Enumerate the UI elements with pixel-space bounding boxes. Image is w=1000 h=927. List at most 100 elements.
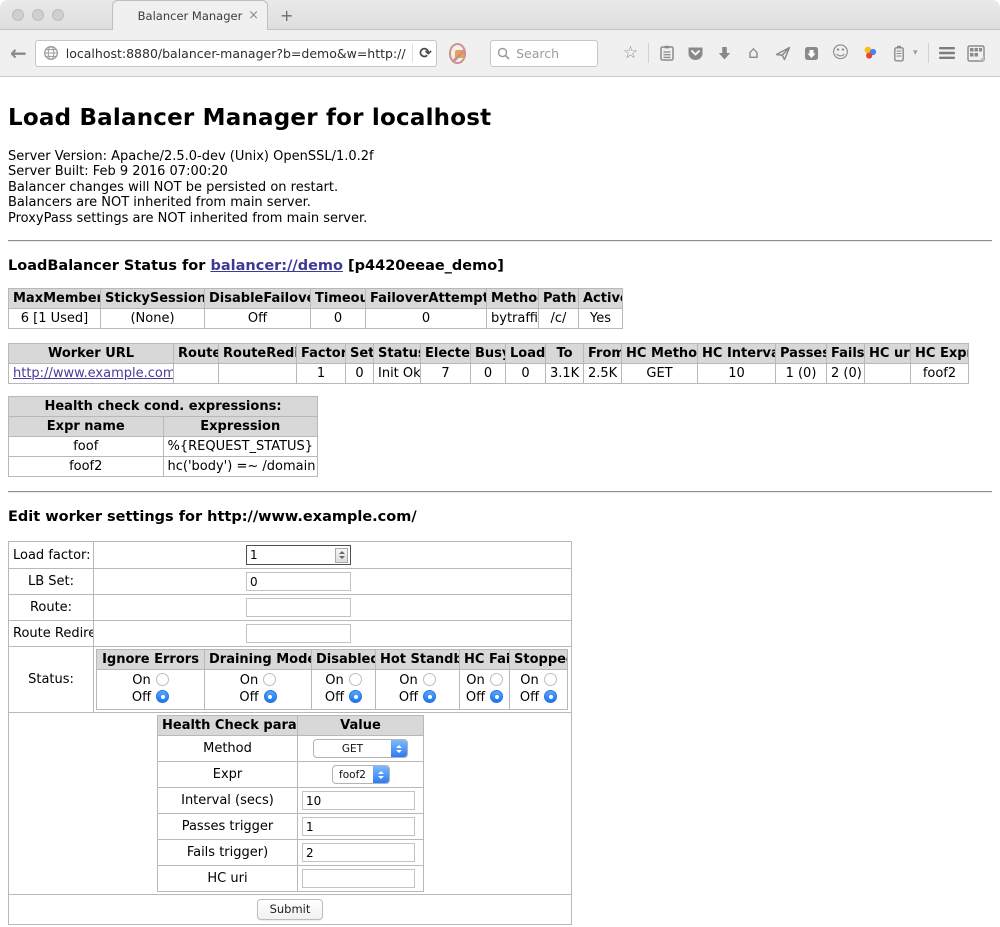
tab-close-icon[interactable]: × bbox=[248, 8, 259, 23]
url-text[interactable]: localhost:8880/balancer-manager?b=demo&w… bbox=[66, 46, 406, 61]
tab-title: Balancer Manager bbox=[138, 9, 243, 23]
lb-set-label: LB Set: bbox=[9, 569, 94, 595]
loadbalancer-status-heading: LoadBalancer Status for balancer://demo … bbox=[8, 258, 992, 274]
route-redirect-row: Route Redirect: bbox=[9, 621, 572, 647]
radio-hc-fail-off[interactable] bbox=[490, 690, 503, 703]
pocket-icon[interactable] bbox=[681, 46, 710, 61]
balancer-demo-link[interactable]: balancer://demo bbox=[210, 258, 343, 274]
radio-hot-standby-off[interactable] bbox=[423, 690, 436, 703]
hc-method-row: Method GET bbox=[158, 736, 424, 762]
hc-fails-input[interactable] bbox=[302, 843, 415, 862]
edit-worker-form: Load factor: LB Set: Route: Route Redire… bbox=[8, 541, 572, 925]
zoom-window-button[interactable] bbox=[52, 9, 64, 21]
hc-method-select[interactable]: GET bbox=[313, 739, 408, 758]
worker-status-table: Worker URL Route RouteRedir Factor Set S… bbox=[8, 343, 969, 384]
status-hc-fail-cell: On Off bbox=[460, 670, 510, 710]
tab-bar: Balancer Manager × + bbox=[0, 0, 1000, 30]
tab-balancer-manager[interactable]: Balancer Manager × bbox=[112, 0, 268, 30]
hc-passes-input[interactable] bbox=[302, 817, 415, 836]
status-stopped-cell: On Off bbox=[510, 670, 568, 710]
hc-interval-label: Interval (secs) bbox=[158, 788, 298, 814]
hc-passes-row: Passes trigger bbox=[158, 814, 424, 840]
radio-ignore-errors-off[interactable] bbox=[156, 690, 169, 703]
radio-ignore-errors-on[interactable] bbox=[156, 673, 169, 686]
hc-uri-label: HC uri bbox=[158, 866, 298, 892]
content-blocked-icon[interactable] bbox=[449, 43, 466, 64]
number-spinner-icon[interactable] bbox=[335, 548, 348, 563]
radio-disabled-on[interactable] bbox=[349, 673, 362, 686]
worker-url-link[interactable]: http://www.example.com/ bbox=[13, 366, 174, 381]
save-to-device-icon[interactable] bbox=[797, 46, 826, 61]
address-bar[interactable]: localhost:8880/balancer-manager?b=demo&w… bbox=[35, 40, 437, 67]
status-row: Status: Ignore Errors Draining Mode Disa… bbox=[9, 647, 572, 713]
route-input[interactable] bbox=[246, 598, 351, 617]
minimize-window-button[interactable] bbox=[32, 9, 44, 21]
lb-set-row: LB Set: bbox=[9, 569, 572, 595]
radio-draining-on[interactable] bbox=[263, 673, 276, 686]
route-label: Route: bbox=[9, 595, 94, 621]
submit-button[interactable]: Submit bbox=[257, 899, 324, 920]
close-window-button[interactable] bbox=[12, 9, 24, 21]
hc-expressions-table: Health check cond. expressions: Expr nam… bbox=[8, 396, 318, 477]
radio-draining-off[interactable] bbox=[264, 690, 277, 703]
persist-notice-line: Balancer changes will NOT be persisted o… bbox=[8, 180, 992, 195]
reload-icon[interactable]: ⟳ bbox=[419, 44, 432, 62]
hc-interval-input[interactable] bbox=[302, 791, 415, 810]
load-factor-label: Load factor: bbox=[9, 542, 94, 569]
route-row: Route: bbox=[9, 595, 572, 621]
navigation-toolbar: ← localhost:8880/balancer-manager?b=demo… bbox=[0, 30, 1000, 77]
radio-hot-standby-on[interactable] bbox=[423, 673, 436, 686]
home-icon[interactable]: ⌂ bbox=[739, 43, 768, 63]
chevron-down-icon[interactable]: ▾ bbox=[913, 48, 925, 58]
submit-row: Submit bbox=[9, 895, 572, 925]
bookmark-star-icon[interactable]: ☆ bbox=[616, 43, 645, 63]
server-built-line: Server Built: Feb 9 2016 07:00:20 bbox=[8, 164, 992, 179]
hc-uri-row: HC uri bbox=[158, 866, 424, 892]
hc-fails-label: Fails trigger) bbox=[158, 840, 298, 866]
route-redirect-input[interactable] bbox=[246, 624, 351, 643]
table-header-row: MaxMembers StickySession DisableFailover… bbox=[9, 289, 623, 309]
expr-row-foof2: foof2 hc('body') =~ /domain is establish… bbox=[9, 457, 318, 477]
page-content: Load Balancer Manager for localhost Serv… bbox=[0, 77, 1000, 927]
status-ignore-errors-cell: On Off bbox=[97, 670, 205, 710]
radio-stopped-on[interactable] bbox=[544, 673, 557, 686]
status-hot-standby-cell: On Off bbox=[376, 670, 460, 710]
hc-expressions-title: Health check cond. expressions: bbox=[9, 397, 318, 417]
radio-disabled-off[interactable] bbox=[349, 690, 362, 703]
hc-params-table: Health Check param Value Method GET bbox=[157, 715, 424, 892]
hc-expr-select[interactable]: foof2 bbox=[332, 765, 390, 784]
downloads-icon[interactable] bbox=[710, 46, 739, 61]
globe-icon bbox=[43, 45, 59, 61]
send-page-icon[interactable] bbox=[768, 46, 797, 61]
new-tab-button[interactable]: + bbox=[280, 6, 293, 25]
browser-window: Balancer Manager × + ← localhost:8880/ba… bbox=[0, 0, 1000, 927]
table-header-row: Worker URL Route RouteRedir Factor Set S… bbox=[9, 344, 969, 364]
search-input[interactable]: Search bbox=[490, 40, 598, 67]
table-row: 6 [1 Used] (None) Off 0 0 bytraffic /c/ … bbox=[9, 309, 623, 329]
route-redirect-label: Route Redirect: bbox=[9, 621, 94, 647]
window-controls[interactable] bbox=[12, 9, 64, 21]
hc-params-row: Health Check param Value Method GET bbox=[9, 713, 572, 895]
divider bbox=[8, 491, 992, 493]
back-icon[interactable]: ← bbox=[10, 41, 27, 65]
load-factor-row: Load factor: bbox=[9, 542, 572, 569]
balancer-status-table: MaxMembers StickySession DisableFailover… bbox=[8, 288, 623, 329]
search-icon bbox=[497, 47, 510, 60]
extension-color-dots-icon[interactable] bbox=[855, 45, 884, 61]
hc-uri-input[interactable] bbox=[302, 869, 415, 888]
radio-stopped-off[interactable] bbox=[544, 690, 557, 703]
menu-hamburger-icon[interactable] bbox=[932, 46, 961, 60]
lb-set-input[interactable] bbox=[246, 572, 351, 591]
select-stepper-icon bbox=[391, 740, 407, 757]
status-options-table: Ignore Errors Draining Mode Disabled Hot… bbox=[96, 649, 568, 710]
tile-pages-icon[interactable] bbox=[961, 45, 990, 62]
worker-row: http://www.example.com/ 1 0 Init Ok 7 0 … bbox=[9, 364, 969, 384]
edit-worker-heading: Edit worker settings for http://www.exam… bbox=[8, 509, 992, 525]
load-factor-input[interactable] bbox=[246, 545, 351, 565]
reading-list-icon[interactable] bbox=[652, 45, 681, 62]
select-stepper-icon bbox=[373, 766, 389, 783]
feedback-smiley-icon[interactable]: ☺ bbox=[826, 43, 855, 63]
battery-status-icon[interactable] bbox=[884, 45, 913, 62]
toolbar-icons: ☆ ⌂ ☺ ▾ bbox=[616, 43, 990, 63]
radio-hc-fail-on[interactable] bbox=[490, 673, 503, 686]
